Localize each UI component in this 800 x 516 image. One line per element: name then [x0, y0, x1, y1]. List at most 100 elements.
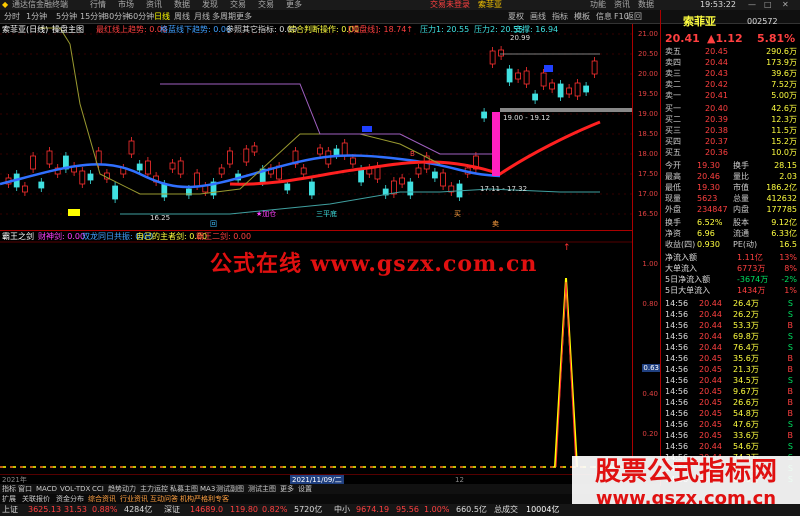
indicator-name[interactable]: 操盘主图 [52, 24, 84, 36]
tab-period-fenshi[interactable]: 分时 [4, 10, 20, 24]
tab-period-15min[interactable]: 15分钟 [80, 10, 106, 24]
tab-industry-news[interactable]: 行业资讯 [120, 494, 148, 504]
toolbar-indicator-button[interactable]: 指标 [552, 10, 568, 24]
minimize-icon[interactable]: — [748, 0, 756, 10]
close-icon[interactable]: ✕ [782, 0, 789, 10]
menu-item-discover[interactable]: 发现 [202, 0, 218, 10]
menu-item-function[interactable]: 功能 [590, 0, 606, 10]
tab-period-multi[interactable]: 多周期 [212, 10, 236, 24]
tab-ma3[interactable]: MA3 [200, 484, 215, 494]
stat-label: 换手 [733, 161, 749, 170]
zx-index-amount: 660.5亿 [456, 505, 487, 514]
stat2-value: 6.96 [697, 229, 715, 238]
tab-period-60min[interactable]: 60分钟 [128, 10, 154, 24]
ask-volume: 5.00万 [771, 91, 797, 100]
tick-price: 20.45 [699, 409, 722, 418]
menu-item-news[interactable]: 资讯 [146, 0, 162, 10]
tab-period-1min[interactable]: 1分钟 [26, 10, 47, 24]
price-axis: 21.00 20.50 20.00 19.50 19.00 18.50 18.0… [632, 24, 660, 474]
candle [112, 185, 118, 200]
menu-item-info[interactable]: 资讯 [614, 0, 630, 10]
tab-institution[interactable]: 机构严格利专客 [180, 494, 229, 504]
toolbar-info-button[interactable]: 信息 [596, 10, 612, 24]
sh-index-label[interactable]: 上证 [2, 504, 18, 516]
tab-period-daily[interactable]: 日线 [154, 10, 170, 24]
login-status[interactable]: 交易未登录 [430, 0, 470, 10]
toolbar-restore-button[interactable]: 夏权 [508, 10, 524, 24]
tab-indicator[interactable]: 指标 [2, 484, 16, 494]
tab-more[interactable]: 更多 [280, 484, 294, 494]
tab-related-quote[interactable]: 关联报价 [22, 494, 50, 504]
tick-direction: S [787, 310, 793, 319]
tab-period-monthly[interactable]: 月线 [194, 10, 210, 24]
tick-volume: 54.8万 [733, 409, 759, 418]
tab-test-sub[interactable]: 测试副图 [216, 484, 244, 494]
tab-period-more[interactable]: 更多 [236, 10, 252, 24]
tab-settings[interactable]: 设置 [298, 484, 312, 494]
stat-value: 28.15 [774, 161, 797, 170]
tab-cci[interactable]: CCI [92, 484, 104, 494]
candle [489, 50, 496, 65]
app-logo-icon: ◆ [2, 0, 9, 9]
tab-qa[interactable]: 互动问答 [150, 494, 178, 504]
stat-value: 5623 [697, 194, 718, 203]
sh-index-change: 31.53 [64, 505, 87, 514]
menu-item-trade2[interactable]: 交易 [258, 0, 274, 10]
menu-item-more[interactable]: 更多 [286, 0, 302, 10]
tab-test-main[interactable]: 测试主图 [248, 484, 276, 494]
tab-window[interactable]: 窗口 [18, 484, 32, 494]
flow-value: 6773万 [737, 264, 766, 273]
tab-composite-news[interactable]: 综合资讯 [88, 494, 116, 504]
tick-direction: S [787, 299, 793, 308]
tab-macd[interactable]: MACD [36, 484, 57, 494]
menu-item-quotes[interactable]: 行情 [90, 0, 106, 10]
tick-row: 14:56 20.45 33.6万 B [661, 430, 799, 441]
menu-item-trade[interactable]: 交易 [230, 0, 246, 10]
zx-index-label[interactable]: 中小 [334, 504, 350, 516]
bid-volume: 42.6万 [771, 104, 797, 113]
sz-index-amount: 5720亿 [294, 505, 323, 514]
bid-label: 买三 [665, 126, 681, 135]
tab-period-weekly[interactable]: 周线 [174, 10, 190, 24]
tick-row: 14:56 20.44 26.4万 S [661, 298, 799, 309]
toolbar-template-button[interactable]: 模板 [574, 10, 590, 24]
candle [390, 180, 397, 195]
maximize-icon[interactable]: □ [764, 0, 772, 10]
sh-index-value: 3625.13 [28, 505, 62, 514]
candle [407, 181, 414, 196]
tab-fund-dist[interactable]: 资金分布 [56, 494, 84, 504]
tick-volume: 54.6万 [733, 442, 759, 451]
tick-time: 14:56 [665, 442, 689, 451]
sub-indicator-name[interactable]: 霸王之剑 [2, 231, 34, 243]
candle [87, 173, 94, 181]
tick-volume: 35.6万 [733, 354, 759, 363]
tick-price: 20.45 [699, 398, 722, 407]
sz-index-label[interactable]: 深证 [164, 504, 180, 516]
menu-item-market[interactable]: 市场 [118, 0, 134, 10]
tag-label-6: 卖 [492, 220, 499, 228]
indicator-param-2: 格蓝线下趋势: 0.00 [160, 25, 232, 34]
kline-chart[interactable]: 20.99 19.00 - 19.12 16.25 17.11 - 17.32 … [0, 24, 632, 230]
extension-tab-bar: 扩展 关联报价 资金分布 综合资讯 行业资讯 互动问答 机构严格利专客 [0, 494, 660, 504]
tab-period-30min[interactable]: 30分钟 [104, 10, 130, 24]
tab-trend[interactable]: 趋势动力 [108, 484, 136, 494]
sub-axis-tick: 1.00 [642, 260, 658, 268]
sh-index-amount: 4284亿 [124, 505, 153, 514]
stat-row: 最高 20.46 量比 2.03 [661, 171, 799, 182]
toolbar-back-button[interactable]: 返回 [626, 10, 642, 24]
menu-item-data2[interactable]: 数据 [638, 0, 654, 10]
tab-vol[interactable]: VOL-TDX [60, 484, 90, 494]
tab-period-5min[interactable]: 5分钟 [56, 10, 77, 24]
candle [46, 150, 53, 165]
tick-time: 14:56 [665, 332, 689, 341]
toolbar-draw-button[interactable]: 画线 [530, 10, 546, 24]
ask-price: 20.45 [705, 47, 728, 56]
tab-extend[interactable]: 扩展 [2, 494, 16, 504]
candle [349, 157, 356, 165]
quote-panel: 索菲亚 002572 20.41 ▲1.12 5.81% 卖五 20.45 290.… [660, 10, 800, 486]
tab-private-main[interactable]: 私募主图 [170, 484, 198, 494]
menu-item-data[interactable]: 数据 [174, 0, 190, 10]
bid-label: 买五 [665, 148, 681, 157]
tab-main-control[interactable]: 主力运控 [140, 484, 168, 494]
menu-bar: ◆ 通达信金融终端 行情 市场 资讯 数据 发现 交易 交易 更多 交易未登录 … [0, 0, 800, 10]
